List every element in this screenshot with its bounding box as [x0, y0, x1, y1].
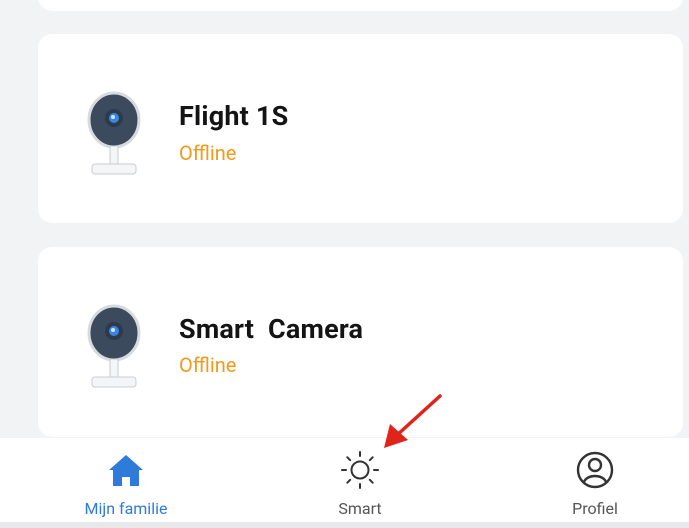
annotation-arrow-icon [384, 394, 442, 448]
device-card-flight-1s[interactable]: Flight 1S Offline [38, 34, 683, 223]
home-icon [109, 455, 143, 486]
device-status: Offline [179, 353, 237, 377]
system-nav-strip [0, 522, 689, 528]
user-circle-icon [576, 451, 614, 489]
camera-icon [87, 91, 141, 175]
camera-icon [87, 304, 141, 388]
tab-mijn-familie[interactable]: Mijn familie [46, 438, 206, 522]
device-status: Offline [179, 141, 237, 165]
bottom-navigation: Mijn familie Smart Profiel [0, 438, 689, 522]
tab-profiel[interactable]: Profiel [515, 438, 675, 522]
sun-icon [341, 451, 379, 489]
device-card-smart-camera[interactable]: Smart Camera Offline [38, 247, 683, 437]
device-card-partial[interactable] [38, 0, 683, 11]
tab-label: Mijn familie [84, 499, 168, 518]
device-name: Flight 1S [179, 100, 289, 132]
device-name: Smart Camera [179, 313, 364, 345]
tab-label: Profiel [572, 499, 618, 518]
tab-label: Smart [338, 499, 382, 518]
